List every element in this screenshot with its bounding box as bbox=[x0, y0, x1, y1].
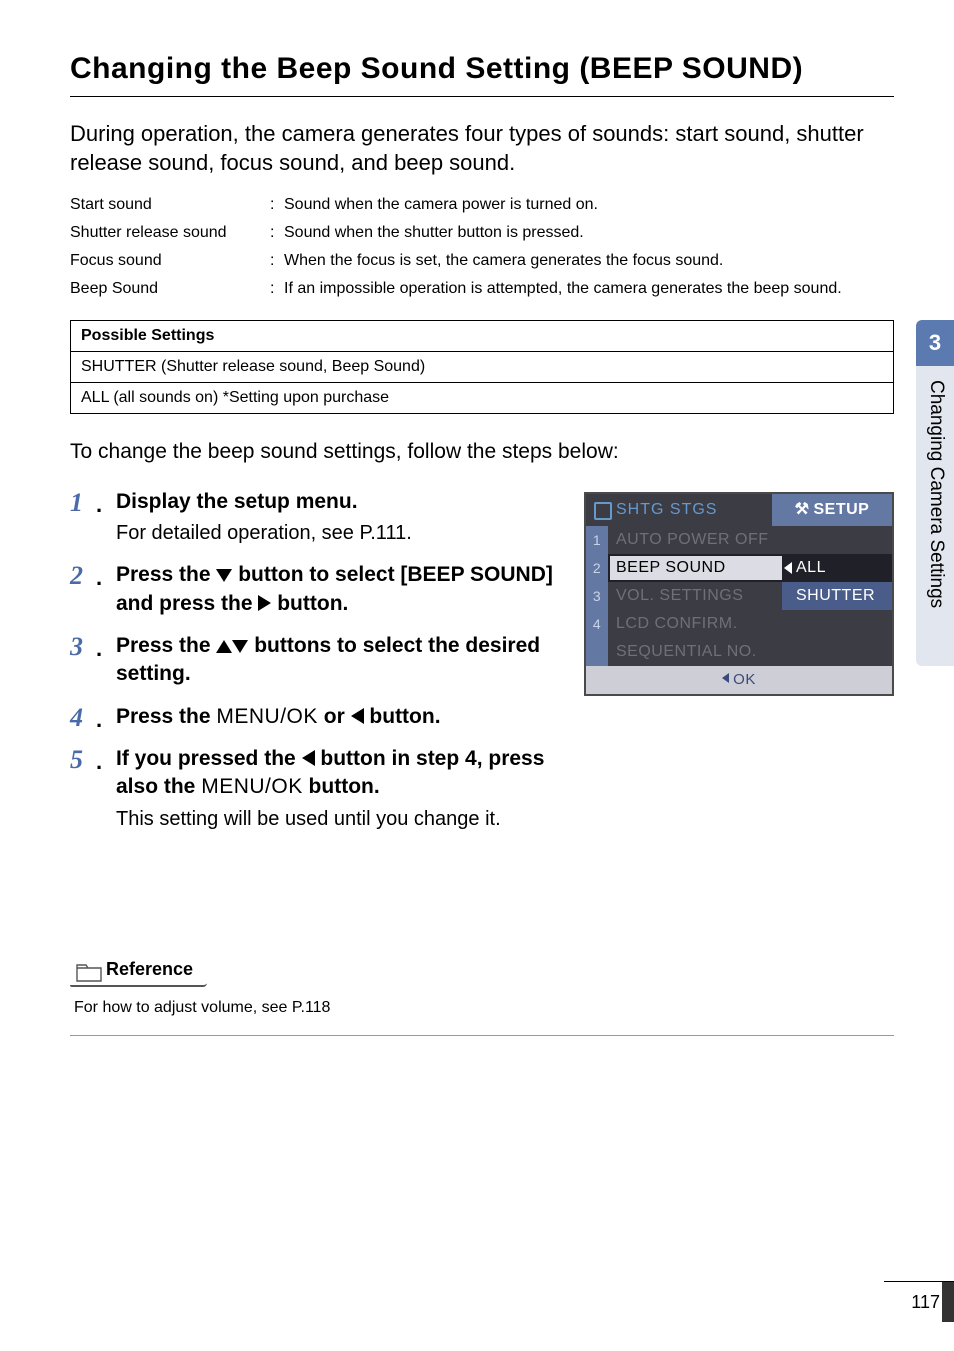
step-2: 2 . Press the button to select [BEEP SOU… bbox=[70, 561, 572, 618]
step-head: Press the MENU/OK or button. bbox=[116, 703, 572, 731]
table-header: Possible Settings bbox=[71, 320, 894, 351]
possible-settings-table: Possible Settings SHUTTER (Shutter relea… bbox=[70, 320, 894, 414]
down-triangle-icon bbox=[232, 640, 248, 653]
left-arrow-icon bbox=[722, 673, 729, 683]
lcd-row: SEQUENTIAL NO. bbox=[608, 638, 892, 666]
sound-desc: When the focus is set, the camera genera… bbox=[284, 252, 894, 270]
sound-definitions: Start sound : Sound when the camera powe… bbox=[70, 196, 894, 298]
left-triangle-icon bbox=[351, 708, 364, 724]
camera-lcd-preview: SHTG STGS ⚒SETUP 1 2 3 4 AUTO POWER OFF … bbox=[584, 492, 894, 696]
table-row: SHUTTER (Shutter release sound, Beep Sou… bbox=[71, 351, 894, 382]
step-head: Display the setup menu. bbox=[116, 488, 572, 516]
lcd-footer: OK bbox=[586, 666, 892, 694]
sound-name: Focus sound bbox=[70, 252, 270, 270]
up-triangle-icon bbox=[216, 640, 232, 653]
lcd-row: AUTO POWER OFF bbox=[608, 526, 892, 554]
step-head: Press the button to select [BEEP SOUND] … bbox=[116, 561, 572, 618]
down-triangle-icon bbox=[216, 569, 232, 582]
setup-icon: ⚒ bbox=[795, 494, 810, 526]
sound-name: Beep Sound bbox=[70, 280, 270, 298]
intro-text: During operation, the camera generates f… bbox=[70, 119, 894, 178]
lcd-header-right: ⚒SETUP bbox=[772, 494, 892, 526]
lcd-row: LCD CONFIRM. bbox=[608, 610, 892, 638]
reference-header: Reference bbox=[70, 957, 207, 987]
step-5: 5 . If you pressed the button in step 4,… bbox=[70, 745, 572, 833]
step-3: 3 . Press the buttons to select the desi… bbox=[70, 632, 572, 689]
lcd-row: VOL. SETTINGS SHUTTER bbox=[608, 582, 892, 610]
steps-intro: To change the beep sound settings, follo… bbox=[70, 440, 894, 464]
step-head: Press the buttons to select the desired … bbox=[116, 632, 572, 689]
sound-name: Start sound bbox=[70, 196, 270, 214]
sound-name: Shutter release sound bbox=[70, 224, 270, 242]
page-title: Changing the Beep Sound Setting (BEEP SO… bbox=[70, 50, 894, 97]
lcd-header-left: SHTG STGS bbox=[586, 494, 772, 526]
page-number-box: 117 bbox=[884, 1281, 954, 1321]
sound-desc: If an impossible operation is attempted,… bbox=[284, 280, 894, 298]
reference-body: For how to adjust volume, see P.118 bbox=[70, 987, 894, 1036]
step-4: 4 . Press the MENU/OK or button. bbox=[70, 703, 572, 731]
left-arrow-icon bbox=[784, 562, 792, 574]
side-tab: 3 Changing Camera Settings bbox=[916, 320, 954, 666]
step-sub: For detailed operation, see P.111. bbox=[116, 520, 572, 547]
step-head: If you pressed the button in step 4, pre… bbox=[116, 745, 572, 802]
page-number: 117 bbox=[911, 1292, 940, 1313]
reference-section: Reference For how to adjust volume, see … bbox=[70, 957, 894, 1036]
step-1: 1 . Display the setup menu. For detailed… bbox=[70, 488, 572, 547]
sound-desc: Sound when the camera power is turned on… bbox=[284, 196, 894, 214]
chapter-title: Changing Camera Settings bbox=[916, 366, 954, 666]
lcd-row-numbers: 1 2 3 4 bbox=[586, 526, 608, 666]
sound-desc: Sound when the shutter button is pressed… bbox=[284, 224, 894, 242]
lcd-row-selected: BEEP SOUND ALL bbox=[608, 554, 892, 582]
table-row: ALL (all sounds on) *Setting upon purcha… bbox=[71, 382, 894, 413]
left-triangle-icon bbox=[302, 750, 315, 766]
page-corner-decoration bbox=[942, 1282, 954, 1322]
folder-icon bbox=[76, 962, 102, 982]
step-sub: This setting will be used until you chan… bbox=[116, 806, 572, 833]
chapter-number: 3 bbox=[916, 320, 954, 366]
right-triangle-icon bbox=[258, 595, 271, 611]
